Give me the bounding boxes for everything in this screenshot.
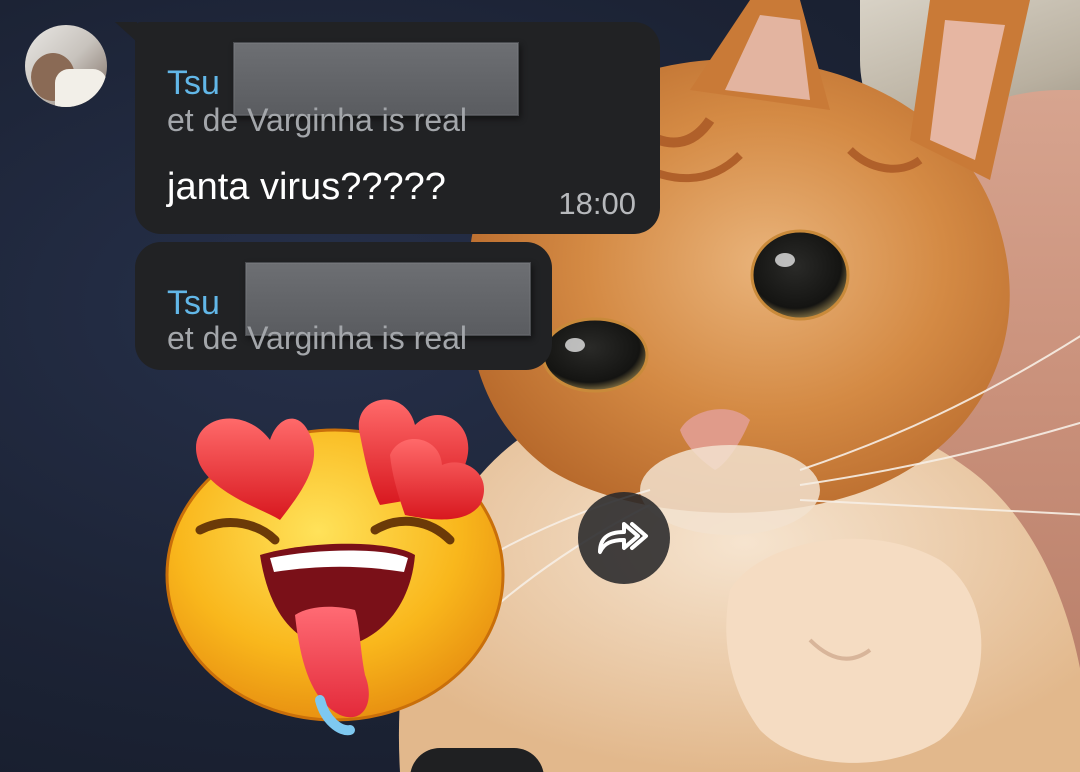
forward-double-arrow-icon	[598, 522, 648, 554]
message-bubble[interactable]: Tsu et de Varginha is real	[135, 242, 552, 370]
avatar-shirt	[55, 69, 107, 107]
message-text: janta virus?????	[167, 166, 446, 208]
reply-snippet: et de Varginha is real	[167, 320, 468, 356]
reply-snippet: et de Varginha is real	[167, 102, 468, 138]
message-timestamp: 18:00	[558, 186, 636, 221]
scroll-down-pill[interactable]	[410, 748, 544, 772]
forward-button[interactable]	[578, 492, 670, 584]
sender-avatar[interactable]	[25, 25, 107, 107]
in-love-emoji-sticker[interactable]	[160, 380, 520, 740]
sender-name[interactable]: Tsu	[167, 64, 220, 103]
sender-name[interactable]: Tsu	[167, 284, 220, 323]
message-bubble[interactable]: Tsu et de Varginha is real janta virus??…	[115, 22, 660, 234]
chat-screen: Tsu et de Varginha is real janta virus??…	[0, 0, 1080, 772]
